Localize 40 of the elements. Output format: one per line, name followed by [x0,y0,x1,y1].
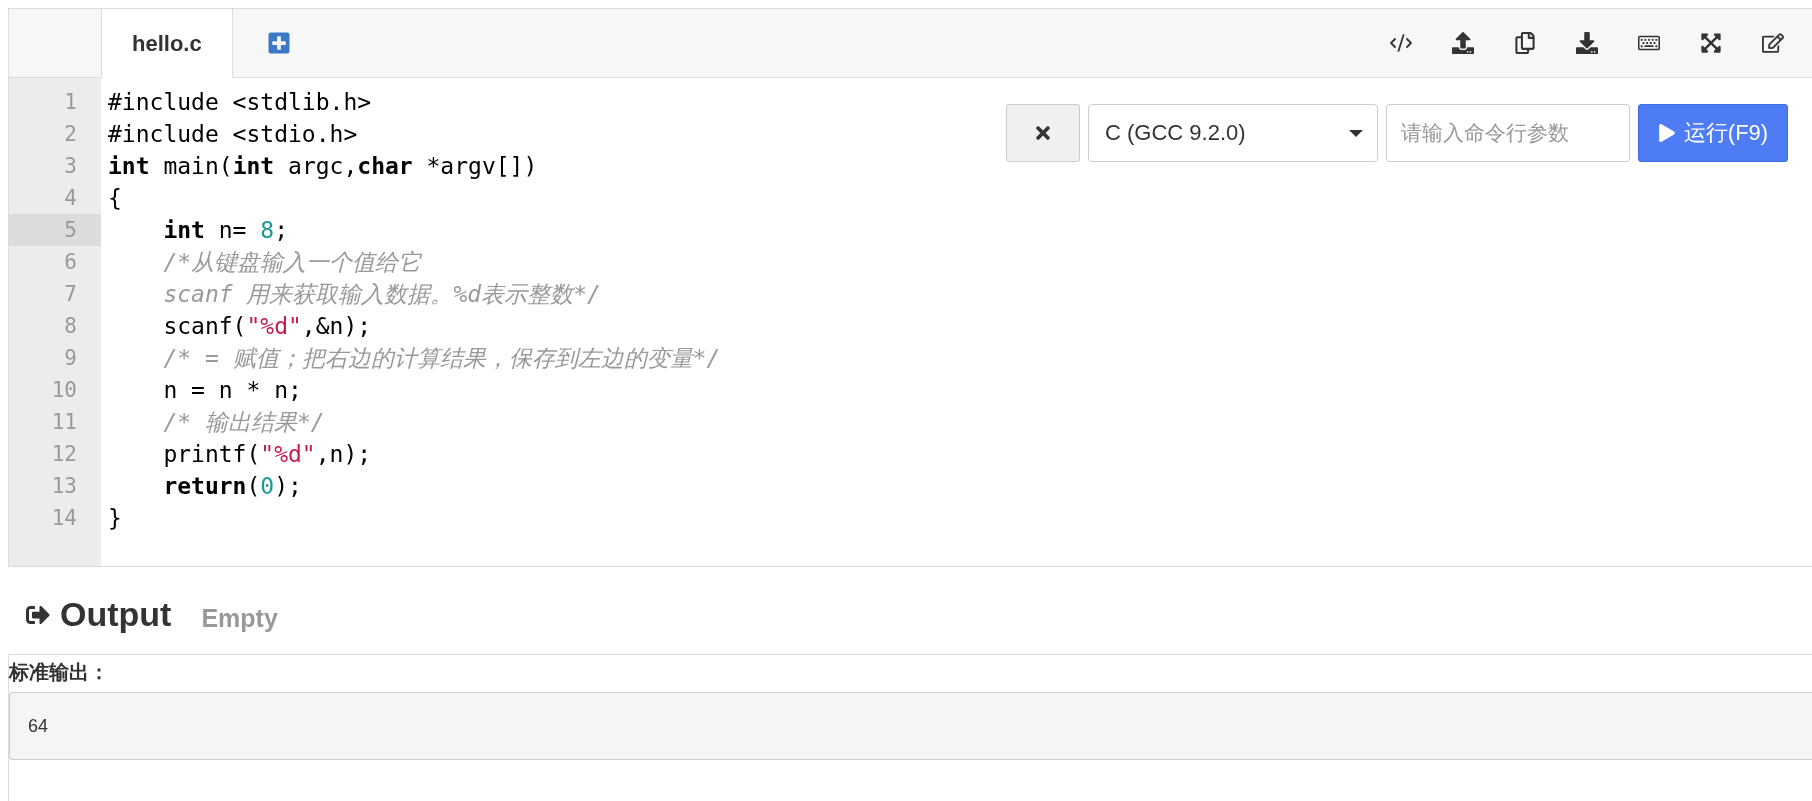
line-number: 8 [63,313,78,340]
line-number: 3 [63,153,78,180]
code-line: int main(int argc,char *argv[]) [108,152,538,181]
stdout-label: 标准输出： [9,660,110,685]
code-line: scanf 用来获取输入数据。%d表示整数*/ [163,280,601,309]
code-line: /* 输出结果*/ [163,408,325,437]
code-line: #include <stdio.h> [108,120,358,149]
line-number: 1 [63,89,78,116]
line-number: 10 [50,377,78,404]
close-icon [1033,123,1053,143]
args-input[interactable]: 请输入命令行参数 [1386,104,1630,162]
code-line: /* = 赋值；把右边的计算结果，保存到左边的变量*/ [163,344,721,373]
line-number: 7 [63,281,78,308]
code-line: printf("%d",n); [163,440,372,469]
play-icon [1657,124,1676,142]
code-line: scanf("%d",&n); [163,312,372,341]
output-title: Output [60,595,172,634]
line-number: 12 [50,441,78,468]
line-number: 14 [50,505,78,532]
line-number: 6 [63,249,78,276]
line-number: 9 [63,345,78,372]
output-status: Empty [201,603,278,633]
code-line: /*从键盘输入一个值给它 [163,248,422,277]
file-tab[interactable]: hello.c [101,9,233,78]
code-line: { [108,184,122,213]
close-button[interactable] [1006,104,1080,162]
line-number: 11 [50,409,78,436]
caret-icon [1349,129,1363,137]
line-number: 4 [63,185,78,212]
code-line: return(0); [163,472,302,501]
line-number: 2 [63,121,78,148]
line-number: 5 [9,214,101,246]
stdout-box: 64 [9,692,1812,760]
run-button[interactable]: 运行(F9) [1638,104,1788,162]
code-line: int n= 8; [163,216,289,245]
line-number: 13 [50,473,78,500]
code-line: #include <stdlib.h> [108,88,372,117]
code-line: n = n * n; [163,376,302,405]
language-select[interactable]: C (GCC 9.2.0) [1088,104,1378,162]
code-line: } [108,504,122,533]
